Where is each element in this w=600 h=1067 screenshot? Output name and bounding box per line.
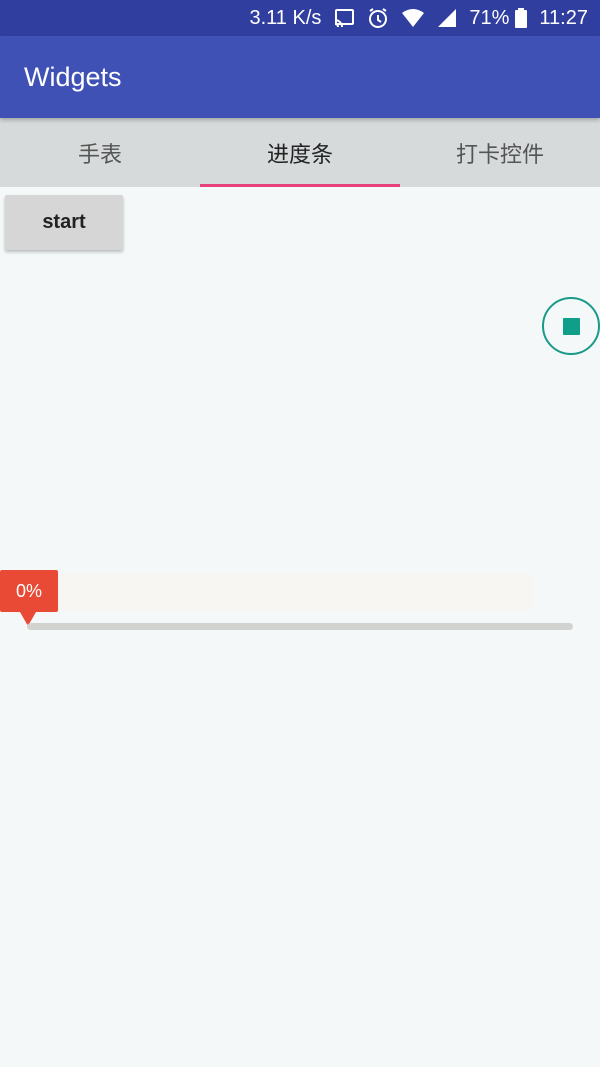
stop-button[interactable] [542, 297, 600, 355]
progress-bar[interactable] [27, 623, 573, 630]
tab-watch[interactable]: 手表 [0, 118, 200, 187]
app-title: Widgets [24, 61, 122, 92]
signal-icon [437, 8, 457, 28]
stop-icon [562, 317, 580, 335]
clock: 11:27 [539, 6, 588, 29]
progress-background [27, 573, 533, 611]
app-bar: Widgets [0, 36, 600, 118]
tab-check-in[interactable]: 打卡控件 [400, 118, 600, 187]
progress-percent-label: 0% [15, 580, 42, 601]
tab-bar: 手表 进度条 打卡控件 [0, 118, 600, 187]
start-button[interactable]: start [5, 195, 123, 250]
tab-watch-label: 手表 [77, 142, 122, 168]
alarm-icon [367, 7, 389, 29]
status-bar: 3.11 K/s 71% 11:27 [0, 0, 600, 36]
cast-icon [333, 8, 355, 28]
battery-percent: 71% [469, 6, 510, 29]
tab-check-in-label: 打卡控件 [455, 142, 544, 168]
tab-progress-bar[interactable]: 进度条 [200, 118, 400, 187]
wifi-icon [401, 8, 425, 28]
battery-icon [515, 8, 528, 28]
progress-tooltip: 0% [0, 570, 58, 612]
network-speed: 3.11 K/s [249, 6, 322, 29]
tab-progress-bar-label: 进度条 [266, 142, 333, 168]
